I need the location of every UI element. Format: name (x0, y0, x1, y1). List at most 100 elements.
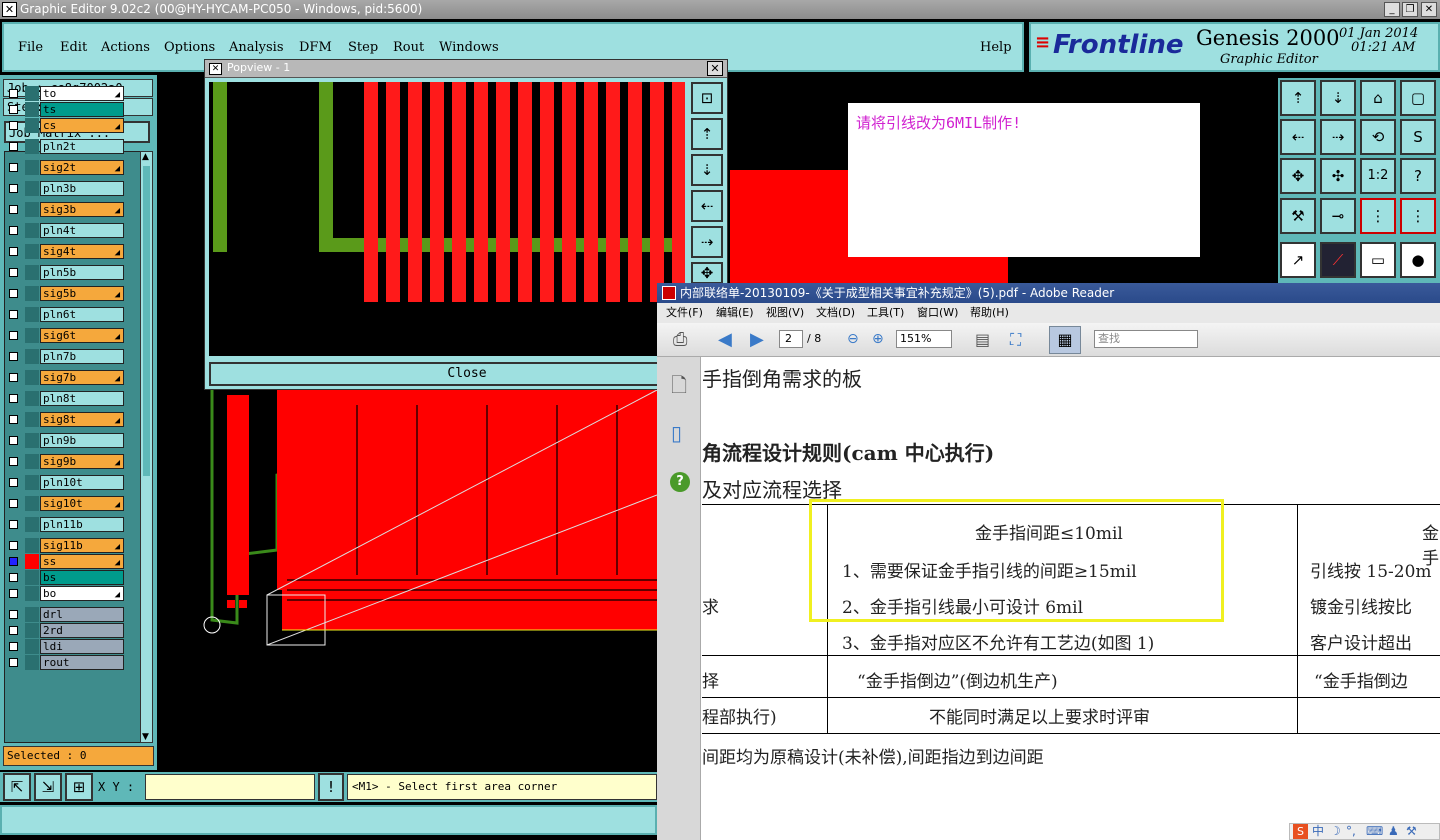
popview-zoom-icon[interactable]: ⊡ (691, 82, 723, 114)
toolbar-pointer-icon[interactable]: ↗ (1280, 242, 1316, 278)
layer-row-pln11b[interactable]: pln11b (5, 516, 125, 533)
layer-color-swatch[interactable] (25, 655, 39, 670)
layer-name[interactable]: sig8t ◢ (40, 412, 124, 427)
layer-color-swatch[interactable] (25, 349, 39, 364)
layer-affected-icon[interactable]: ◢ (115, 556, 120, 570)
search-input[interactable]: 查找 (1094, 330, 1198, 348)
layer-checkbox[interactable] (9, 557, 18, 566)
popview-down-icon[interactable]: ⇣ (691, 154, 723, 186)
layer-checkbox[interactable] (9, 331, 18, 340)
layer-name[interactable]: pln6t (40, 307, 124, 322)
toolbar-rotate-icon[interactable]: ⟲ (1360, 119, 1396, 155)
ime-user-icon[interactable]: ♟ (1388, 824, 1399, 839)
pages-panel-icon[interactable]: 🗋 (671, 371, 687, 405)
layer-name[interactable]: pln7b (40, 349, 124, 364)
layer-name[interactable]: sig2t ◢ (40, 160, 124, 175)
menu-file[interactable]: File (18, 40, 43, 55)
page-display-icon[interactable]: ▦ (1049, 326, 1081, 354)
toolbar-line-icon[interactable]: ⟋ (1320, 242, 1356, 278)
minimize-button[interactable]: _ (1384, 2, 1400, 17)
bookmarks-panel-icon[interactable]: ▯ (671, 421, 682, 445)
popview-fit-icon[interactable]: ✥ (691, 262, 723, 284)
toolbar-pad-icon[interactable]: ● (1400, 242, 1436, 278)
layer-name[interactable]: pln3b (40, 181, 124, 196)
layer-color-swatch[interactable] (25, 139, 39, 154)
layer-color-swatch[interactable] (25, 454, 39, 469)
xy-input[interactable] (145, 774, 315, 800)
adobe-menu-view[interactable]: 视图(V) (766, 303, 804, 323)
layer-row-sig5b[interactable]: sig5b ◢ (5, 285, 125, 302)
toolbar-route-icon[interactable]: S (1400, 119, 1436, 155)
layer-color-swatch[interactable] (25, 244, 39, 259)
layer-affected-icon[interactable]: ◢ (115, 120, 120, 134)
layer-row-pln6t[interactable]: pln6t (5, 306, 125, 323)
layer-name[interactable]: pln11b (40, 517, 124, 532)
layer-color-swatch[interactable] (25, 118, 39, 133)
layer-color-swatch[interactable] (25, 639, 39, 654)
layer-affected-icon[interactable]: ◢ (115, 88, 120, 102)
layer-row-bo[interactable]: bo ◢ (5, 585, 125, 602)
layer-row-sig3b[interactable]: sig3b ◢ (5, 201, 125, 218)
toolbar-signal2-icon[interactable]: ⋮ (1400, 198, 1436, 234)
zoom-out-icon[interactable]: ⊖ (847, 331, 859, 347)
toolbar-zoom-center-icon[interactable]: ✣ (1320, 158, 1356, 194)
layer-row-pln4t[interactable]: pln4t (5, 222, 125, 239)
ime-moon-icon[interactable]: ☽ (1330, 824, 1341, 839)
layer-row-pln2t[interactable]: pln2t (5, 138, 125, 155)
layer-color-swatch[interactable] (25, 554, 39, 569)
layer-name[interactable]: sig10t ◢ (40, 496, 124, 511)
layer-row-sig4t[interactable]: sig4t ◢ (5, 243, 125, 260)
layer-name[interactable]: sig11b ◢ (40, 538, 124, 553)
print-icon[interactable]: ⎙ (673, 329, 687, 350)
layer-name[interactable]: sig9b ◢ (40, 454, 124, 469)
fit-page-icon[interactable]: ⛶ (1010, 330, 1021, 350)
layer-row-ss[interactable]: ss ◢ (5, 553, 125, 570)
ime-keyboard-icon[interactable]: ⌨ (1366, 824, 1383, 839)
layer-checkbox[interactable] (9, 658, 18, 667)
layer-checkbox[interactable] (9, 589, 18, 598)
next-page-icon[interactable]: ▶ (750, 329, 764, 350)
layer-name[interactable]: drl (40, 607, 124, 622)
layer-checkbox[interactable] (9, 642, 18, 651)
layer-name[interactable]: sig7b ◢ (40, 370, 124, 385)
toolbar-snap-icon[interactable]: ⊸ (1320, 198, 1356, 234)
popview-canvas[interactable] (209, 82, 685, 356)
scroll-down-icon[interactable]: ▼ (142, 732, 149, 742)
layer-checkbox[interactable] (9, 352, 18, 361)
layer-checkbox[interactable] (9, 436, 18, 445)
fit-width-icon[interactable]: ▤ (975, 330, 990, 349)
layer-color-swatch[interactable] (25, 496, 39, 511)
layer-color-swatch[interactable] (25, 370, 39, 385)
layer-row-pln10t[interactable]: pln10t (5, 474, 125, 491)
app-icon[interactable]: ✕ (2, 2, 17, 17)
menu-rout[interactable]: Rout (393, 40, 424, 55)
edit-tool-icon[interactable]: ⇲ (34, 773, 62, 801)
layer-color-swatch[interactable] (25, 286, 39, 301)
layer-row-cs[interactable]: cs ◢ (5, 117, 125, 134)
ime-logo-icon[interactable]: S (1293, 824, 1308, 839)
layer-row-pln7b[interactable]: pln7b (5, 348, 125, 365)
toolbar-measure-icon[interactable]: ⚒ (1280, 198, 1316, 234)
layer-row-sig6t[interactable]: sig6t ◢ (5, 327, 125, 344)
toolbar-home-icon[interactable]: ⌂ (1360, 80, 1396, 116)
adobe-menu-tools[interactable]: 工具(T) (867, 303, 904, 323)
toolbar-up-icon[interactable]: ⇡ (1280, 80, 1316, 116)
layer-name[interactable]: bo ◢ (40, 586, 124, 601)
scroll-up-icon[interactable]: ▲ (142, 152, 149, 162)
toolbar-help-icon[interactable]: ? (1400, 158, 1436, 194)
layer-checkbox[interactable] (9, 457, 18, 466)
layer-name[interactable]: pln5b (40, 265, 124, 280)
layer-color-swatch[interactable] (25, 433, 39, 448)
ime-punct-icon[interactable]: °, (1346, 824, 1356, 839)
layer-color-swatch[interactable] (25, 570, 39, 585)
toolbar-scale-icon[interactable]: 1:2 (1360, 158, 1396, 194)
popview-up-icon[interactable]: ⇡ (691, 118, 723, 150)
layer-name[interactable]: pln4t (40, 223, 124, 238)
layer-row-2rd[interactable]: 2rd (5, 622, 125, 639)
menu-step[interactable]: Step (348, 40, 378, 55)
layer-color-swatch[interactable] (25, 391, 39, 406)
layer-affected-icon[interactable]: ◢ (115, 414, 120, 428)
toolbar-ruler-icon[interactable]: ▭ (1360, 242, 1396, 278)
layer-checkbox[interactable] (9, 121, 18, 130)
layer-name[interactable]: cs ◢ (40, 118, 124, 133)
